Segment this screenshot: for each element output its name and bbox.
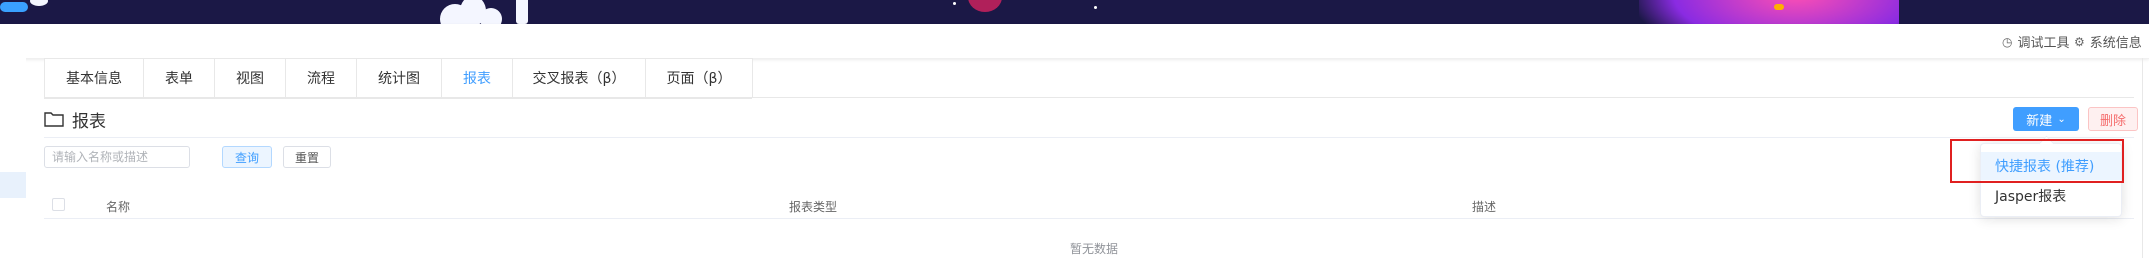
top-toolbar: ◷ 调试工具 ⚙ 系统信息 — [0, 24, 2149, 59]
star-decoration — [953, 2, 956, 5]
system-info-button[interactable]: ⚙ 系统信息 — [2074, 32, 2142, 52]
new-button-label: 新建 — [2026, 113, 2053, 129]
column-header-description: 描述 — [1472, 200, 1497, 214]
delete-button[interactable]: 删除 — [2088, 107, 2138, 131]
select-all-checkbox[interactable] — [52, 198, 65, 211]
cloud-decoration — [30, 0, 48, 6]
search-input[interactable] — [44, 146, 190, 168]
tab-basic-info[interactable]: 基本信息 — [44, 58, 144, 97]
query-button[interactable]: 查询 — [222, 146, 272, 168]
right-divider — [2142, 58, 2143, 258]
cloud-decoration — [480, 8, 502, 24]
tower-decoration — [516, 0, 528, 24]
chevron-down-icon: ⌄ — [2057, 113, 2066, 125]
left-sidebar — [0, 58, 26, 258]
highlight-annotation — [1950, 139, 2124, 183]
nebula-decoration — [1639, 0, 1899, 24]
tab-chart[interactable]: 统计图 — [356, 58, 442, 97]
sidebar-active-item[interactable] — [0, 172, 26, 198]
reset-button[interactable]: 重置 — [283, 146, 331, 168]
system-info-label: 系统信息 — [2089, 36, 2142, 51]
debug-tool-label: 调试工具 — [2017, 36, 2070, 51]
debug-tool-button[interactable]: ◷ 调试工具 — [2002, 32, 2070, 52]
column-header-name: 名称 — [106, 200, 131, 214]
gear-icon: ⚙ — [2074, 34, 2085, 49]
top-banner — [0, 0, 2149, 24]
star-decoration — [1094, 6, 1097, 9]
tab-page[interactable]: 页面（β） — [645, 58, 753, 97]
column-header-report-type: 报表类型 — [789, 200, 838, 214]
folder-icon — [44, 111, 64, 127]
page-title: 报表 — [72, 111, 106, 132]
page-heading: 报表 — [44, 104, 106, 134]
tab-form[interactable]: 表单 — [143, 58, 215, 97]
new-button[interactable]: 新建 ⌄ — [2013, 107, 2079, 131]
empty-state-text: 暂无数据 — [1070, 242, 1119, 256]
comet-decoration — [1774, 4, 1784, 10]
clock-icon: ◷ — [2002, 34, 2013, 49]
tab-workflow[interactable]: 流程 — [285, 58, 357, 97]
tab-divider — [44, 97, 2134, 98]
tab-report[interactable]: 报表 — [441, 58, 513, 97]
table-header: 名称 报表类型 描述 — [44, 192, 2134, 219]
tab-bar: 基本信息 表单 视图 流程 统计图 报表 交叉报表（β） 页面（β） — [44, 58, 753, 99]
planet-decoration — [968, 0, 1002, 12]
cloud-decoration — [0, 2, 28, 12]
tab-view[interactable]: 视图 — [214, 58, 286, 97]
tab-cross-report[interactable]: 交叉报表（β） — [512, 58, 646, 97]
dropdown-item-jasper-report[interactable]: Jasper报表 — [1981, 182, 2121, 210]
heading-divider — [44, 137, 2134, 138]
